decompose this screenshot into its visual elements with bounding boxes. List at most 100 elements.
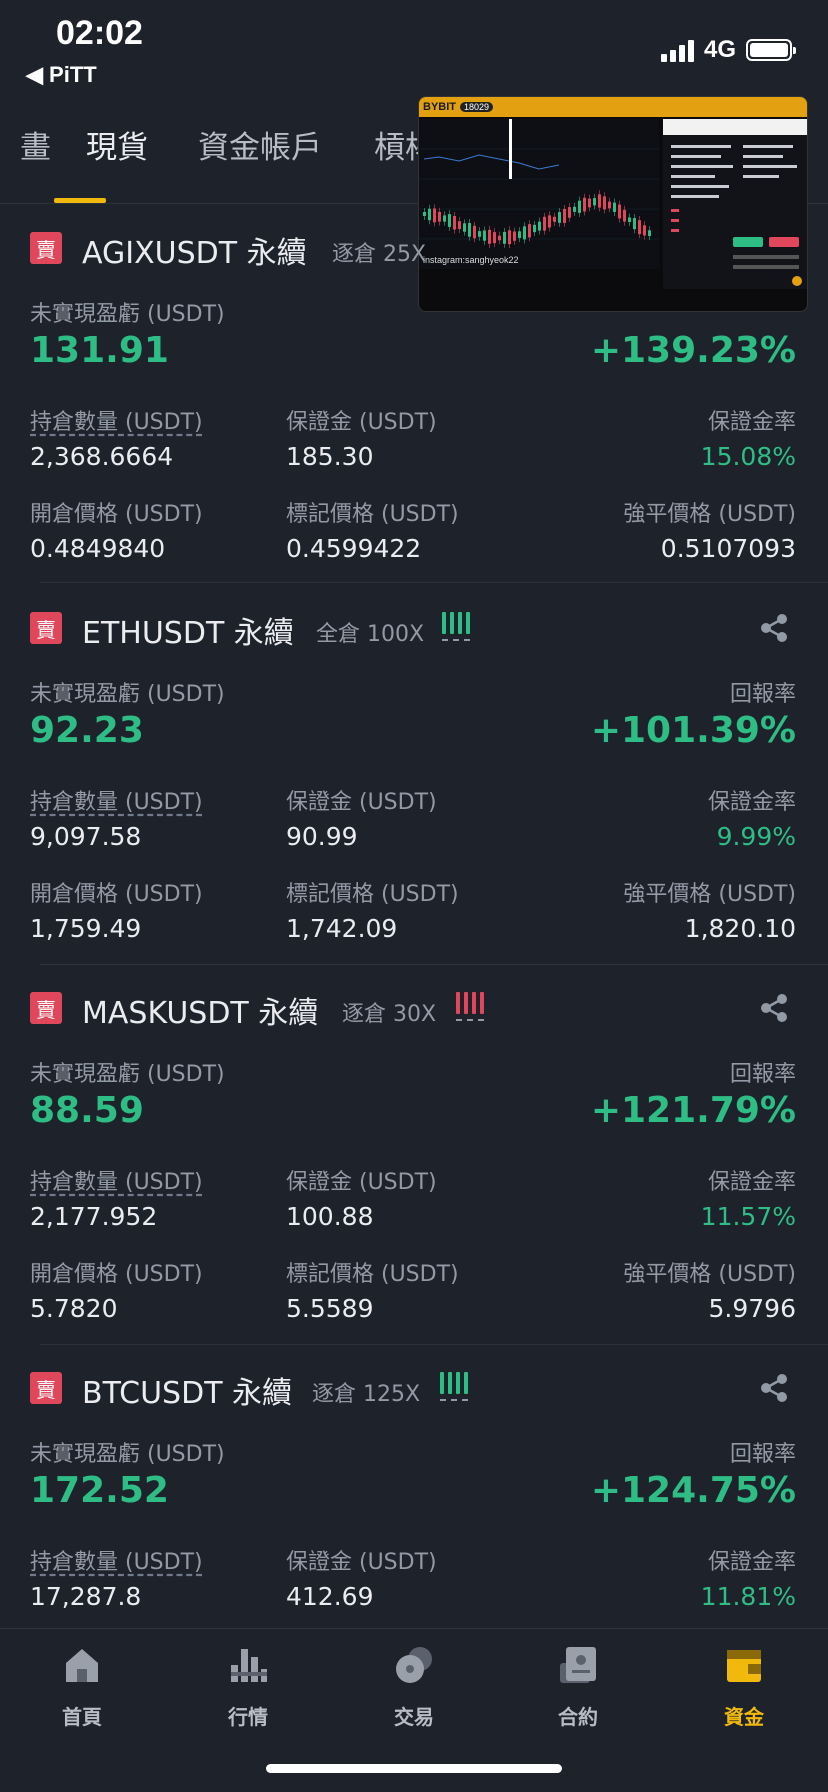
pip-candle [448, 214, 451, 227]
signal-icon [660, 38, 694, 62]
position-leverage[interactable]: 全倉 100X [316, 616, 424, 648]
position-size-value: 9,097.58 [30, 822, 142, 851]
mark-price-value: 5.5589 [286, 1294, 374, 1323]
pip-candle [578, 200, 581, 213]
market-bars-icon [231, 1649, 267, 1682]
tab-active-indicator [54, 198, 106, 203]
position-leverage[interactable]: 逐倉 25X [332, 236, 426, 268]
pip-candle [563, 208, 566, 223]
pip-candle [623, 209, 626, 222]
roe-label: 回報率 [729, 1442, 796, 1467]
trade-coins-icon [396, 1647, 432, 1683]
liq-price-label: 強平價格 (USDT) [623, 502, 796, 527]
pip-candle [428, 208, 431, 221]
margin-ratio-label: 保證金率 [707, 1550, 796, 1575]
sell-badge: 賣 [30, 1372, 62, 1404]
unrealized-pnl-label: 未實現盈虧 (USDT) [30, 1442, 225, 1467]
pip-candle [573, 206, 576, 212]
pip-candle [568, 207, 571, 218]
pip-banner: BYBIT 18029 [419, 97, 807, 117]
pip-candle [523, 226, 526, 240]
pip-candle [643, 225, 646, 236]
margin-value: 100.88 [286, 1202, 374, 1231]
position-symbol[interactable]: BTCUSDT 永續 [82, 1368, 292, 1412]
pip-candle [633, 218, 636, 230]
position-leverage[interactable]: 逐倉 30X [342, 996, 436, 1028]
home-indicator[interactable] [266, 1764, 562, 1773]
pip-candlestick-chart [419, 119, 659, 269]
entry-price-value: 5.7820 [30, 1294, 118, 1323]
tab-partial[interactable]: 畫 [20, 122, 51, 167]
pip-candle [443, 215, 446, 222]
nav-futures[interactable]: 合約 [518, 1645, 638, 1730]
margin-ratio-label: 保證金率 [707, 790, 796, 815]
nav-home[interactable]: 首頁 [22, 1645, 142, 1730]
liq-price-label: 強平價格 (USDT) [623, 882, 796, 907]
nav-markets[interactable]: 行情 [188, 1645, 308, 1730]
sell-badge: 賣 [30, 992, 62, 1024]
margin-value: 90.99 [286, 822, 358, 851]
nav-label: 首頁 [62, 1705, 102, 1729]
pip-candle [638, 220, 641, 235]
adl-indicator-icon[interactable] [456, 992, 484, 1022]
pip-candle [533, 224, 536, 233]
roe-value: +121.79% [590, 1090, 796, 1131]
pip-candle [553, 216, 556, 222]
sell-badge: 賣 [30, 612, 62, 644]
position-symbol[interactable]: AGIXUSDT 永續 [82, 228, 307, 272]
pip-video-overlay[interactable]: BYBIT 18029 instagram:sanghyeok22 [418, 96, 808, 312]
pip-candle [648, 230, 651, 237]
pip-candle [528, 224, 531, 238]
pip-candle [513, 231, 516, 241]
pip-candle [458, 221, 461, 230]
margin-value: 412.69 [286, 1582, 374, 1611]
card-divider [40, 582, 828, 583]
position-symbol[interactable]: MASKUSDT 永續 [82, 988, 318, 1032]
margin-ratio-value: 11.57% [700, 1202, 796, 1231]
position-size-label[interactable]: 持倉數量 (USDT) [30, 404, 203, 436]
roe-label: 回報率 [729, 1062, 796, 1087]
margin-value: 185.30 [286, 442, 374, 471]
position-size-label[interactable]: 持倉數量 (USDT) [30, 1544, 203, 1576]
pip-candle [588, 198, 591, 208]
battery-icon [746, 39, 796, 61]
position-leverage[interactable]: 逐倉 125X [312, 1376, 420, 1408]
pip-candle [493, 232, 496, 244]
margin-label: 保證金 (USDT) [286, 790, 437, 815]
margin-ratio-value: 15.08% [700, 442, 796, 471]
mark-price-value: 0.4599422 [286, 534, 422, 563]
position-size-label[interactable]: 持倉數量 (USDT) [30, 1164, 203, 1196]
pip-candle [628, 217, 631, 223]
nav-trade[interactable]: 交易 [354, 1645, 474, 1730]
margin-ratio-value: 11.81% [700, 1582, 796, 1611]
margin-label: 保證金 (USDT) [286, 1550, 437, 1575]
share-icon[interactable] [758, 992, 790, 1024]
roe-value: +124.75% [590, 1470, 796, 1511]
back-to-app-link[interactable]: ◀ PiTT [26, 62, 97, 88]
position-size-label[interactable]: 持倉數量 (USDT) [30, 784, 203, 816]
unrealized-pnl-value: 131.91 [30, 330, 169, 371]
position-size-value: 2,177.952 [30, 1202, 158, 1231]
share-icon[interactable] [758, 1372, 790, 1404]
margin-ratio-value: 9.99% [716, 822, 796, 851]
adl-indicator-icon[interactable] [442, 612, 470, 642]
share-icon[interactable] [758, 612, 790, 644]
position-size-value: 2,368.6664 [30, 442, 174, 471]
status-indicators: 4G [660, 36, 796, 64]
margin-ratio-label: 保證金率 [707, 410, 796, 435]
nav-funds[interactable]: 資金 [684, 1645, 804, 1730]
nav-label: 資金 [724, 1705, 764, 1729]
tab-funding[interactable]: 資金帳戶 [198, 122, 322, 167]
pip-candle [463, 223, 466, 232]
roe-label: 回報率 [729, 682, 796, 707]
entry-price-label: 開倉價格 (USDT) [30, 882, 203, 907]
pip-candle [583, 197, 586, 212]
adl-indicator-icon[interactable] [440, 1372, 468, 1402]
tab-spot[interactable]: 現貨 [86, 122, 148, 167]
pip-candle [488, 229, 491, 244]
pip-candle [438, 211, 441, 222]
sell-badge: 賣 [30, 232, 62, 264]
position-symbol[interactable]: ETHUSDT 永續 [82, 608, 294, 652]
nav-label: 合約 [558, 1705, 598, 1729]
pip-candle [608, 201, 611, 209]
